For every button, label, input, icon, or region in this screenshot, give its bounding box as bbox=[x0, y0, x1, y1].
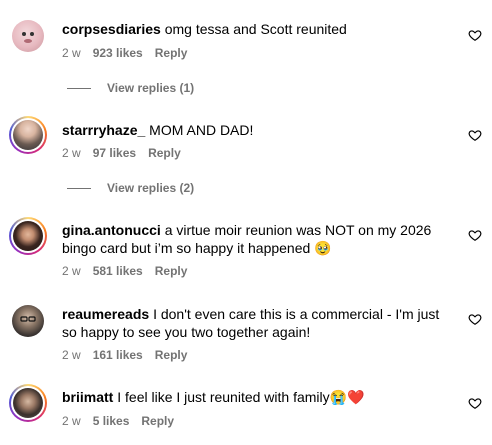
likes-count[interactable]: 581 likes bbox=[93, 264, 143, 278]
replies-divider bbox=[67, 187, 91, 189]
avatar[interactable] bbox=[9, 384, 47, 422]
view-replies-button[interactable]: View replies (1) bbox=[67, 81, 194, 95]
likes-count[interactable]: 923 likes bbox=[93, 46, 143, 60]
reply-button[interactable]: Reply bbox=[155, 348, 188, 362]
comment-body: reaumereads I don't even care this is a … bbox=[62, 305, 457, 341]
likes-count[interactable]: 161 likes bbox=[93, 348, 143, 362]
avatar[interactable] bbox=[12, 20, 44, 52]
comment-body: briimatt I feel like I just reunited wit… bbox=[62, 388, 457, 406]
heart-outline-icon[interactable] bbox=[468, 128, 482, 142]
comment-time[interactable]: 2 w bbox=[62, 146, 81, 160]
avatar[interactable] bbox=[9, 217, 47, 255]
comment-text: MOM AND DAD! bbox=[149, 122, 254, 138]
likes-count[interactable]: 97 likes bbox=[93, 146, 136, 160]
comment-username[interactable]: briimatt bbox=[62, 389, 113, 405]
comment-meta: 2 w 581 likes Reply bbox=[62, 264, 187, 278]
avatar-image bbox=[20, 316, 36, 322]
story-ring-gap bbox=[11, 219, 45, 253]
comment-meta: 2 w 923 likes Reply bbox=[62, 46, 187, 60]
view-replies-label: View replies (1) bbox=[107, 81, 195, 95]
comment-username[interactable]: starrryhaze_ bbox=[62, 122, 145, 138]
reply-button[interactable]: Reply bbox=[141, 414, 174, 428]
reply-button[interactable]: Reply bbox=[148, 146, 181, 160]
reply-button[interactable]: Reply bbox=[155, 264, 188, 278]
avatar[interactable] bbox=[12, 305, 44, 337]
avatar-image bbox=[13, 120, 43, 150]
comment-time[interactable]: 2 w bbox=[62, 414, 81, 428]
comment-time[interactable]: 2 w bbox=[62, 264, 81, 278]
comment-body: starrryhaze_ MOM AND DAD! bbox=[62, 121, 457, 139]
avatar-image bbox=[13, 221, 43, 251]
comment-time[interactable]: 2 w bbox=[62, 348, 81, 362]
story-ring-gap bbox=[11, 118, 45, 152]
avatar[interactable] bbox=[9, 116, 47, 154]
avatar-image bbox=[13, 388, 43, 418]
reply-button[interactable]: Reply bbox=[155, 46, 188, 60]
comment-meta: 2 w 97 likes Reply bbox=[62, 146, 181, 160]
heart-outline-icon[interactable] bbox=[468, 28, 482, 42]
view-replies-label: View replies (2) bbox=[107, 181, 195, 195]
comment-username[interactable]: reaumereads bbox=[62, 306, 149, 322]
comment-text: I feel like I just reunited with family😭… bbox=[117, 389, 365, 405]
comment-body: gina.antonucci a virtue moir reunion was… bbox=[62, 221, 457, 257]
heart-outline-icon[interactable] bbox=[468, 396, 482, 410]
comment-body: corpsesdiaries omg tessa and Scott reuni… bbox=[62, 20, 457, 38]
replies-divider bbox=[67, 87, 91, 89]
comment-time[interactable]: 2 w bbox=[62, 46, 81, 60]
view-replies-button[interactable]: View replies (2) bbox=[67, 181, 194, 195]
likes-count[interactable]: 5 likes bbox=[93, 414, 130, 428]
heart-outline-icon[interactable] bbox=[468, 312, 482, 326]
comment-meta: 2 w 161 likes Reply bbox=[62, 348, 187, 362]
comment-text: omg tessa and Scott reunited bbox=[164, 21, 347, 37]
comment-meta: 2 w 5 likes Reply bbox=[62, 414, 174, 428]
comment-username[interactable]: corpsesdiaries bbox=[62, 21, 161, 37]
story-ring-gap bbox=[11, 386, 45, 420]
comment-username[interactable]: gina.antonucci bbox=[62, 222, 161, 238]
avatar-image bbox=[22, 32, 34, 43]
heart-outline-icon[interactable] bbox=[468, 228, 482, 242]
